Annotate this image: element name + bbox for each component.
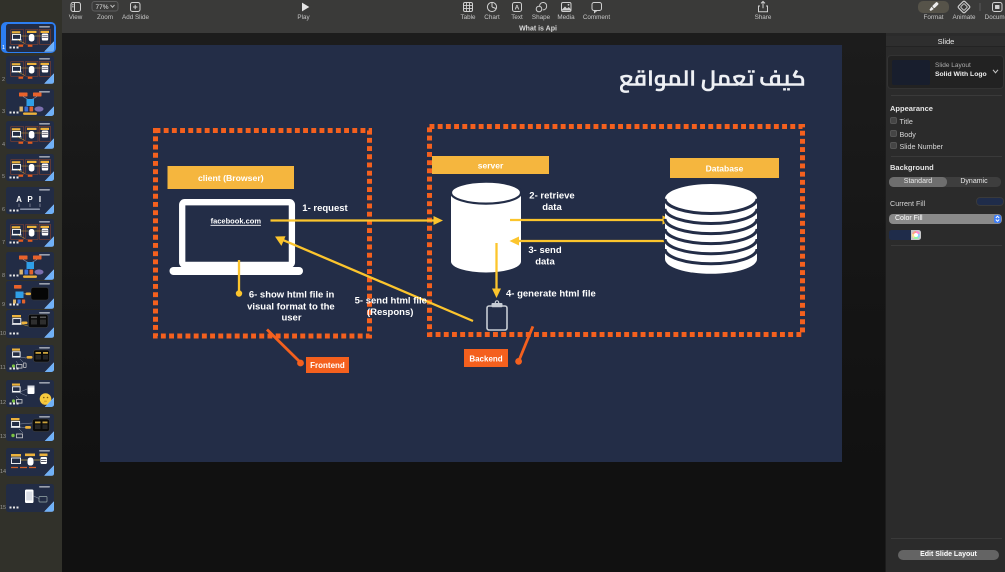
svg-text:2- retrieve: 2- retrieve bbox=[529, 191, 574, 202]
svg-text:Media: Media bbox=[557, 14, 575, 21]
svg-text:data: data bbox=[542, 202, 562, 213]
svg-text:visual format to the: visual format to the bbox=[247, 301, 335, 312]
svg-text:Comment: Comment bbox=[583, 14, 611, 21]
svg-text:Database: Database bbox=[706, 164, 744, 174]
svg-text:Table: Table bbox=[460, 14, 476, 21]
svg-text:Add Slide: Add Slide bbox=[122, 14, 149, 21]
svg-text:A: A bbox=[16, 195, 22, 204]
svg-text:77%: 77% bbox=[95, 4, 108, 11]
svg-text:Chart: Chart bbox=[484, 14, 500, 21]
svg-text:Shape: Shape bbox=[532, 14, 551, 21]
svg-text:P: P bbox=[27, 195, 33, 204]
svg-text:Format: Format bbox=[924, 14, 944, 21]
svg-text:3- send: 3- send bbox=[528, 245, 561, 256]
svg-text:1- request: 1- request bbox=[302, 203, 348, 214]
svg-text:data: data bbox=[535, 256, 555, 267]
svg-text:4- generate html file: 4- generate html file bbox=[506, 289, 596, 300]
svg-text:Frontend: Frontend bbox=[310, 361, 345, 370]
svg-text:server: server bbox=[478, 161, 504, 171]
svg-text:Share: Share bbox=[755, 14, 772, 21]
svg-text:6- show html file in: 6- show html file in bbox=[249, 289, 335, 300]
svg-text:5- send html file: 5- send html file bbox=[355, 296, 427, 307]
svg-text:Text: Text bbox=[511, 14, 523, 21]
svg-text:Play: Play bbox=[297, 14, 310, 21]
svg-text:A: A bbox=[515, 4, 520, 11]
svg-text:What is Api: What is Api bbox=[519, 25, 557, 32]
svg-text:Animate: Animate bbox=[952, 14, 976, 21]
svg-text:Document: Document bbox=[985, 14, 1005, 21]
svg-text:(Respons): (Respons) bbox=[367, 307, 413, 318]
svg-text:Backend: Backend bbox=[469, 354, 502, 363]
svg-text:I: I bbox=[39, 195, 41, 204]
svg-text:user: user bbox=[281, 312, 301, 323]
svg-text:facebook.com: facebook.com bbox=[211, 217, 262, 226]
svg-text:View: View bbox=[69, 14, 83, 21]
svg-text:client (Browser): client (Browser) bbox=[198, 173, 264, 183]
svg-text:Zoom: Zoom bbox=[97, 14, 113, 21]
